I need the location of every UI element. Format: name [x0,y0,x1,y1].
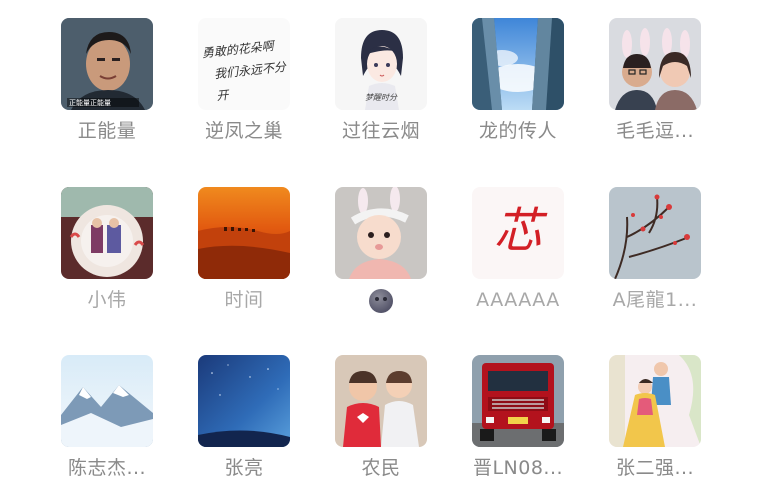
contact-name [335,287,427,313]
avatar[interactable] [609,355,701,447]
avatar[interactable]: 正能量正能量 [61,18,153,110]
contact-name: AAAAAA [476,289,560,311]
contact-item[interactable]: 毛毛逗... [609,18,701,144]
man-portrait-photo [61,18,153,110]
contact-name: 时间 [224,289,264,311]
contact-name: 小伟 [87,289,127,311]
emoji-face-icon [369,288,393,313]
avatar[interactable] [472,18,564,110]
contact-item[interactable]: 芯 AAAAAA [472,187,564,313]
contact-name: 龙的传人 [478,120,557,142]
contact-item[interactable]: 农民 [335,355,427,481]
contact-item[interactable]: 张二强... [609,355,701,481]
contact-name: 毛毛逗... [615,120,695,142]
avatar[interactable] [335,187,427,279]
calligraphy-text-image: 勇敢的花朵啊 我们永远不分开 [201,34,289,108]
desert-camels-sunset [198,187,290,279]
contact-name: 张二强... [615,457,695,479]
avatar[interactable] [61,187,153,279]
contact-item[interactable]: 龙的传人 [472,18,564,144]
contact-item[interactable]: 小伟 [61,187,153,313]
contact-name: A尾龍1... [612,289,698,311]
contact-item[interactable]: 时间 [198,187,290,313]
contact-name: 农民 [361,457,401,479]
contact-item[interactable] [335,187,427,313]
contact-item[interactable]: 正能量正能量 正能量 [61,18,153,144]
plum-blossom-branch [609,187,701,279]
avatar[interactable] [198,187,290,279]
contact-name: 逆凤之巢 [204,120,283,142]
cake-decoration-photo [61,187,153,279]
contact-name: 张亮 [224,457,264,479]
blue-night-sky [198,355,290,447]
couple-wedding-photo [609,355,701,447]
baby-bunny-ears-photo [335,187,427,279]
avatar[interactable]: 芯 [472,187,564,279]
contact-item[interactable]: 张亮 [198,355,290,481]
contact-item[interactable]: 梦醒时分 过往云烟 [335,18,427,144]
avatar[interactable] [609,18,701,110]
contact-item[interactable]: 晋LN08... [472,355,564,481]
avatar[interactable] [609,187,701,279]
two-children-photo [335,355,427,447]
contact-name: 正能量 [77,120,137,142]
avatar[interactable] [61,355,153,447]
contact-item[interactable]: A尾龍1... [609,187,701,313]
avatar[interactable] [198,355,290,447]
contact-item[interactable]: 陈志杰... [61,355,153,481]
contact-name: 过往云烟 [341,120,420,142]
avatar-caption: 正能量正能量 [69,99,111,107]
snow-mountains-photo [61,355,153,447]
contact-name: 晋LN08... [472,457,564,479]
contact-name: 陈志杰... [67,457,147,479]
contact-item[interactable]: 勇敢的花朵啊 我们永远不分开 逆凤之巢 [198,18,290,144]
avatar[interactable]: 梦醒时分 [335,18,427,110]
skyscrapers-sky-photo [472,18,564,110]
couple-bunny-ears-photo [609,18,701,110]
avatar[interactable] [472,355,564,447]
calligraphy-line: 我们永远不分开 [213,59,287,104]
avatar-caption: 梦醒时分 [365,93,397,102]
red-truck-photo [472,355,564,447]
avatar[interactable]: 勇敢的花朵啊 我们永远不分开 [198,18,290,110]
avatar[interactable] [335,355,427,447]
contacts-grid: 正能量正能量 正能量 勇敢的花朵啊 我们永远不分开 逆凤之巢 梦醒时分 过往云烟… [0,0,763,500]
red-calligraphy-logo: 芯 [493,203,542,259]
